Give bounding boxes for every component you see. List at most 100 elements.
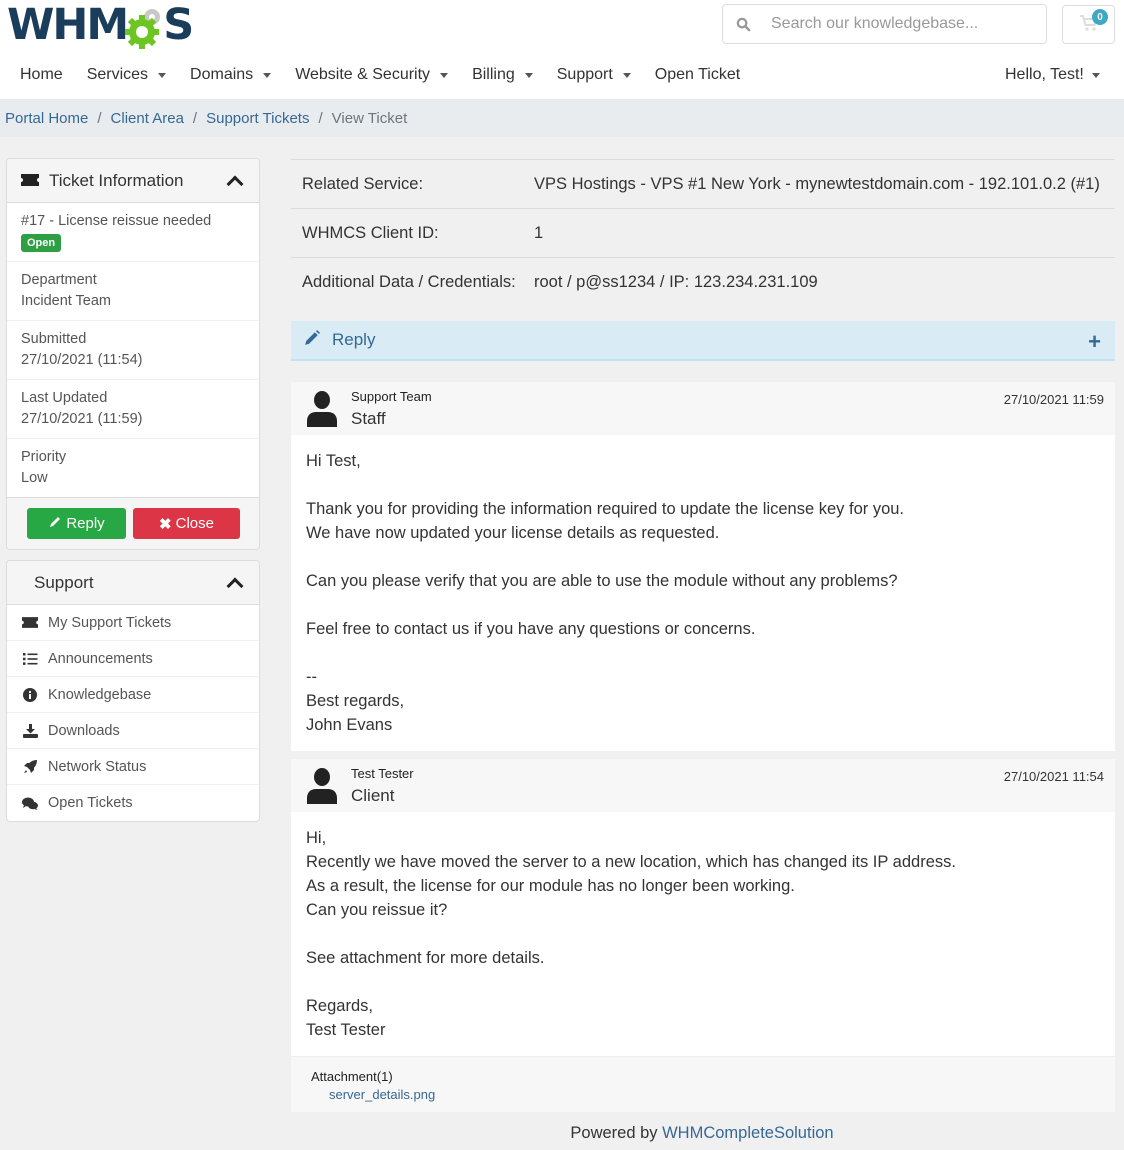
message-date: 27/10/2021 11:54 <box>1003 769 1104 784</box>
property-row: WHMCS Client ID: 1 <box>291 208 1115 257</box>
message-body: Hi, Recently we have moved the server to… <box>306 829 956 1039</box>
property-row: Related Service: VPS Hostings - VPS #1 N… <box>291 159 1115 208</box>
button-label: Reply <box>66 515 105 532</box>
ticket-information-header[interactable]: Ticket Information <box>7 159 259 203</box>
message-author: Support Team <box>351 389 432 404</box>
property-row: Additional Data / Credentials: root / p@… <box>291 257 1115 306</box>
footer: Powered by WHMCompleteSolution <box>0 1124 1124 1143</box>
ticket-message: Support Team Staff 27/10/2021 11:59 Hi T… <box>291 382 1115 751</box>
download-icon <box>22 723 38 738</box>
list-icon <box>22 652 38 665</box>
field-value: Incident Team <box>21 293 112 309</box>
nav-support[interactable]: Support <box>557 66 631 84</box>
pencil-icon <box>304 329 320 351</box>
attachments-section: Attachment(1) server_details.png <box>291 1056 1115 1112</box>
whmcs-logo[interactable]: WHM S <box>7 0 194 50</box>
field-value: 27/10/2021 (11:54) <box>21 352 143 368</box>
user-greeting: Hello, Test! <box>1005 66 1084 83</box>
ticket-icon <box>22 617 38 628</box>
field-label: Priority <box>21 449 67 465</box>
nav-label: Home <box>20 66 63 83</box>
rocket-icon <box>22 759 38 774</box>
message-role: Client <box>351 786 395 805</box>
breadcrumb-separator: / <box>97 109 102 127</box>
ticket-subject-row: #17 - License reissue needed Open <box>7 203 259 262</box>
property-label: WHMCS Client ID: <box>302 223 439 242</box>
support-item-network-status[interactable]: Network Status <box>7 749 259 785</box>
attachment-link[interactable]: server_details.png <box>311 1087 1095 1102</box>
support-item-announcements[interactable]: Announcements <box>7 641 259 677</box>
breadcrumb-support-tickets[interactable]: Support Tickets <box>206 110 309 127</box>
search-icon <box>723 17 763 32</box>
support-item-knowledgebase[interactable]: Knowledgebase <box>7 677 259 713</box>
nav-open-ticket[interactable]: Open Ticket <box>655 66 740 84</box>
breadcrumb-separator: / <box>192 109 198 127</box>
nav-domains[interactable]: Domains <box>190 66 272 84</box>
reply-toggle-bar[interactable]: Reply + <box>291 321 1115 361</box>
caret-down-icon <box>440 72 449 78</box>
menu-label: My Support Tickets <box>48 614 172 631</box>
field-value: 27/10/2021 (11:59) <box>21 411 143 427</box>
support-menu: My Support Tickets Announcements Knowled… <box>7 605 259 821</box>
reply-button[interactable]: Reply <box>27 508 126 539</box>
info-row-department: Department Incident Team <box>7 262 259 321</box>
support-item-open-tickets[interactable]: Open Tickets <box>7 785 259 821</box>
ticket-message: Test Tester Client 27/10/2021 11:54 Hi, … <box>291 759 1115 1112</box>
info-row-priority: Priority Low <box>7 439 259 497</box>
attachment-title: Attachment(1) <box>311 1069 393 1084</box>
logo-text: S <box>163 0 194 50</box>
message-author: Test Tester <box>351 766 414 781</box>
nav-label: Open Ticket <box>654 66 741 83</box>
cart-count-badge: 0 <box>1092 9 1108 25</box>
chevron-up-icon[interactable] <box>226 577 244 594</box>
main-nav: Home Services Domains Website & Security… <box>20 66 764 84</box>
knowledgebase-search[interactable] <box>722 4 1047 44</box>
menu-label: Knowledgebase <box>48 686 152 703</box>
field-value: Low <box>21 470 48 486</box>
nav-services[interactable]: Services <box>87 66 167 84</box>
message-header: Test Tester Client 27/10/2021 11:54 <box>291 759 1115 812</box>
breadcrumb-current: View Ticket <box>331 109 408 127</box>
panel-title: Support <box>34 572 94 592</box>
support-item-downloads[interactable]: Downloads <box>7 713 259 749</box>
footer-text: Powered by <box>570 1124 663 1142</box>
nav-website-security[interactable]: Website & Security <box>295 66 449 84</box>
logo-text: WHM <box>7 0 129 50</box>
plus-icon[interactable]: + <box>1088 329 1101 355</box>
chevron-up-icon[interactable] <box>226 175 244 192</box>
caret-down-icon <box>263 72 272 78</box>
gear-icon <box>125 5 165 49</box>
message-date: 27/10/2021 11:59 <box>1003 392 1104 407</box>
user-menu[interactable]: Hello, Test! <box>1005 66 1100 84</box>
field-label: Department <box>21 272 97 288</box>
close-button[interactable]: ✖ Close <box>133 508 240 539</box>
user-avatar-icon <box>306 768 338 807</box>
field-label: Last Updated <box>21 390 108 406</box>
message-role: Staff <box>351 409 386 428</box>
menu-label: Network Status <box>48 758 147 775</box>
search-input[interactable] <box>771 15 1031 33</box>
ticket-actions: Reply ✖ Close <box>7 497 259 549</box>
property-label: Additional Data / Credentials: <box>302 272 516 291</box>
nav-home[interactable]: Home <box>20 66 63 84</box>
info-row-last-updated: Last Updated 27/10/2021 (11:59) <box>7 380 259 439</box>
breadcrumb-separator: / <box>318 109 323 127</box>
nav-billing[interactable]: Billing <box>472 66 533 84</box>
menu-label: Downloads <box>48 722 120 739</box>
info-icon <box>22 687 38 702</box>
support-item-my-tickets[interactable]: My Support Tickets <box>7 605 259 641</box>
info-row-submitted: Submitted 27/10/2021 (11:54) <box>7 321 259 380</box>
cart-button[interactable]: 0 <box>1062 5 1115 44</box>
ticket-icon <box>21 171 39 191</box>
menu-label: Open Tickets <box>48 795 133 811</box>
comments-icon <box>22 797 38 810</box>
footer-link[interactable]: WHMCompleteSolution <box>662 1124 833 1142</box>
support-panel-header[interactable]: Support <box>7 561 259 605</box>
caret-down-icon <box>1091 72 1100 78</box>
breadcrumb-portal-home[interactable]: Portal Home <box>5 110 88 127</box>
ticket-subject: #17 - License reissue needed <box>21 213 212 229</box>
button-label: Close <box>175 515 214 532</box>
property-value: VPS Hostings - VPS #1 New York - mynewte… <box>534 174 1100 193</box>
breadcrumb-client-area[interactable]: Client Area <box>111 110 184 127</box>
reply-bar-label: Reply <box>332 330 376 349</box>
